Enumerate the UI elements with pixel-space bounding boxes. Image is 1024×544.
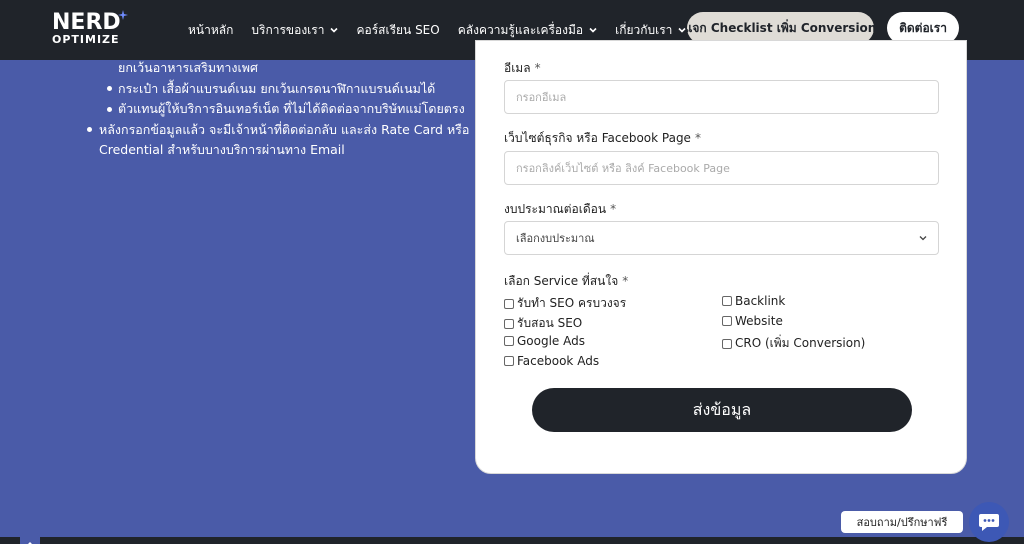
checkbox[interactable] [504, 336, 514, 346]
required-mark: * [610, 202, 617, 216]
service-option[interactable]: Website [722, 314, 783, 328]
budget-label-text: งบประมาณต่อเดือน [504, 202, 607, 216]
email-label: อีเมล * [504, 59, 541, 78]
chat-button[interactable] [969, 502, 1009, 542]
chevron-down-icon [589, 27, 597, 33]
checkbox[interactable] [504, 356, 514, 366]
required-mark: * [694, 131, 701, 145]
service-option[interactable]: รับสอน SEO [504, 314, 582, 333]
budget-select[interactable]: เลือกงบประมาณ [504, 221, 939, 255]
service-option[interactable]: CRO (เพิ่ม Conversion) [722, 334, 865, 353]
nav-seo-course-label: คอร์สเรียน SEO [356, 22, 440, 37]
email-field[interactable]: กรอกอีเมล [504, 80, 939, 114]
service-option[interactable]: Backlink [722, 294, 785, 308]
service-option[interactable]: Google Ads [504, 334, 585, 348]
chevron-down-icon [919, 236, 927, 241]
service-option-label: รับสอน SEO [517, 316, 583, 330]
checkbox[interactable] [722, 338, 732, 349]
chevron-down-icon [330, 27, 339, 33]
service-option-label: Facebook Ads [517, 354, 600, 368]
submit-button[interactable]: ส่งข้อมูล [532, 388, 912, 432]
contact-form-card: อีเมล * กรอกอีเมล เว็บไซต์ธุรกิจ หรือ Fac… [475, 40, 967, 474]
required-mark: * [622, 274, 629, 288]
nav-home-label: หน้าหลัก [188, 22, 234, 37]
service-option-label: รับทำ SEO ครบวงจร [517, 296, 627, 310]
nav-about-label: เกี่ยวกับเรา [615, 22, 673, 37]
list-item: ยกเว้นอาหารเสริมทางเพศ [118, 60, 258, 75]
list-item: ตัวแทนผู้ให้บริการอินเทอร์เน็ต ที่ไม่ได้… [118, 101, 465, 116]
website-label-text: เว็บไซต์ธุรกิจ หรือ Facebook Page [504, 131, 691, 145]
nav-knowledge-tools-label: คลังความรู้และเครื่องมือ [457, 22, 584, 37]
checkbox[interactable] [722, 316, 732, 326]
chat-prompt-label[interactable]: สอบถาม/ปรึกษาฟรี [841, 511, 963, 533]
checkbox[interactable] [504, 298, 514, 309]
services-label-text: เลือก Service ที่สนใจ [504, 274, 619, 288]
nav-services-label: บริการของเรา [251, 22, 325, 37]
required-mark: * [534, 61, 541, 75]
nav-seo-course[interactable]: คอร์สเรียน SEO [356, 21, 439, 40]
service-option-label: Website [735, 314, 783, 328]
service-option[interactable]: รับทำ SEO ครบวงจร [504, 294, 626, 313]
sparkle-icon [118, 10, 128, 20]
list-item: หลังกรอกข้อมูลแล้ว จะมีเจ้าหน้าที่ติดต่อ… [99, 122, 470, 137]
bullet-icon [107, 86, 112, 91]
chat-icon [979, 514, 999, 531]
nav-about[interactable]: เกี่ยวกับเรา [615, 21, 686, 40]
bullet-icon [87, 127, 92, 132]
services-label: เลือก Service ที่สนใจ * [504, 272, 628, 291]
scroll-to-top-button[interactable] [20, 533, 40, 544]
service-option[interactable]: Facebook Ads [504, 354, 599, 368]
nav-home[interactable]: หน้าหลัก [188, 21, 233, 40]
website-label: เว็บไซต์ธุรกิจ หรือ Facebook Page * [504, 129, 701, 148]
bullet-icon [107, 107, 112, 112]
website-field[interactable]: กรอกลิงค์เว็บไซต์ หรือ ลิงค์ Facebook Pa… [504, 151, 939, 185]
checkbox[interactable] [504, 318, 514, 329]
footer-edge [0, 537, 1024, 544]
chevron-up-icon [28, 542, 32, 544]
checkbox[interactable] [722, 296, 732, 306]
email-label-text: อีเมล [504, 61, 531, 75]
service-option-label: CRO (เพิ่ม Conversion) [735, 336, 866, 350]
service-option-label: Backlink [735, 294, 786, 308]
nav-knowledge-tools[interactable]: คลังความรู้และเครื่องมือ [458, 21, 597, 40]
nerd-optimize-logo[interactable]: NERD OPTIMIZE [52, 10, 128, 48]
nav-services[interactable]: บริการของเรา [251, 21, 339, 40]
service-option-label: Google Ads [517, 334, 585, 348]
list-item: กระเป๋า เสื้อผ้าแบรนด์เนม ยกเว้นเกรดนาฬิ… [118, 81, 436, 96]
list-item-continued: Credential สำหรับบางบริการผ่านทาง Email [99, 142, 345, 157]
logo-wordmark-bottom: OPTIMIZE [52, 33, 120, 46]
logo-wordmark-top: NERD [52, 10, 121, 35]
budget-select-value: เลือกงบประมาณ [516, 232, 595, 245]
budget-label: งบประมาณต่อเดือน * [504, 200, 616, 219]
